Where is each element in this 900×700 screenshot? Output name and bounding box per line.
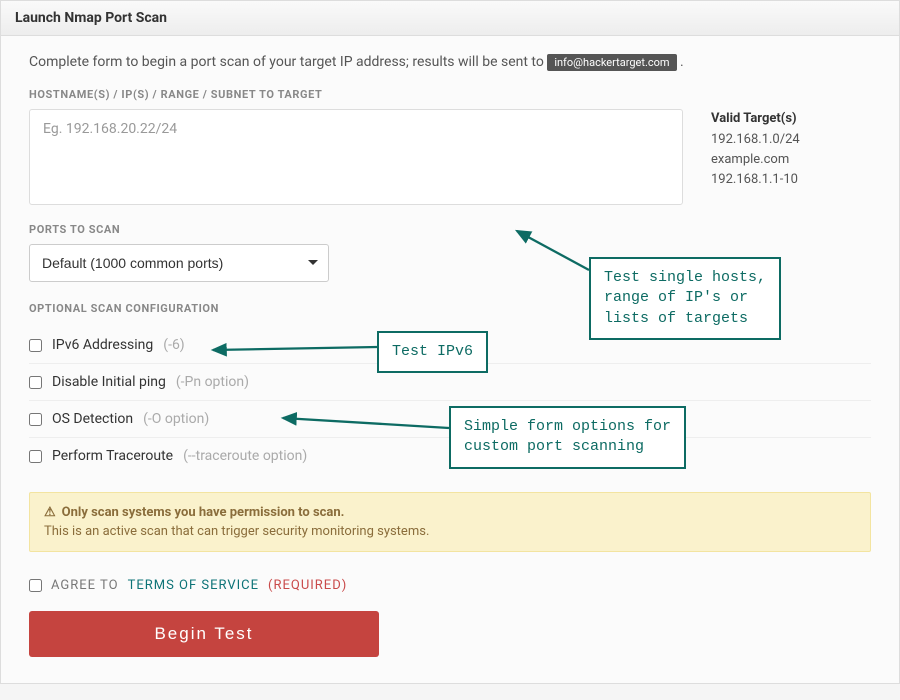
valid-target-example: example.com xyxy=(711,150,871,170)
option-traceroute-text: Perform Traceroute xyxy=(52,448,173,464)
callout-ipv6: Test IPv6 xyxy=(377,331,488,373)
option-traceroute-checkbox[interactable] xyxy=(29,450,42,463)
agree-required: (REQUIRED) xyxy=(268,578,347,593)
ports-select[interactable]: Default (1000 common ports) xyxy=(29,244,329,282)
warning-icon: ⚠ xyxy=(44,505,56,520)
warning-box: ⚠ Only scan systems you have permission … xyxy=(29,492,871,552)
agree-checkbox[interactable] xyxy=(29,579,42,592)
target-input[interactable] xyxy=(29,109,683,205)
panel-body: Complete form to begin a port scan of yo… xyxy=(1,36,899,683)
panel-title: Launch Nmap Port Scan xyxy=(1,1,899,36)
valid-targets-title: Valid Target(s) xyxy=(711,109,871,129)
warning-body: This is an active scan that can trigger … xyxy=(44,524,856,539)
tos-link[interactable]: TERMS OF SERVICE xyxy=(128,578,259,593)
callout-targets: Test single hosts, range of IP's or list… xyxy=(589,257,781,340)
valid-target-example: 192.168.1.0/24 xyxy=(711,130,871,150)
option-traceroute-hint: (--traceroute option) xyxy=(183,448,307,464)
option-ipv6-checkbox[interactable] xyxy=(29,339,42,352)
warning-title-text: Only scan systems you have permission to… xyxy=(62,505,345,520)
option-os-detection-text: OS Detection xyxy=(52,411,133,427)
target-label: HOSTNAME(S) / IP(S) / RANGE / SUBNET TO … xyxy=(29,88,871,101)
valid-target-example: 192.168.1.1-10 xyxy=(711,170,871,190)
option-disable-ping-text: Disable Initial ping xyxy=(52,374,166,390)
option-ipv6-hint: (-6) xyxy=(163,337,184,353)
email-badge: info@hackertarget.com xyxy=(547,54,676,71)
option-disable-ping-hint: (-Pn option) xyxy=(176,374,249,390)
begin-test-button[interactable]: Begin Test xyxy=(29,611,379,657)
valid-targets-box: Valid Target(s) 192.168.1.0/24 example.c… xyxy=(711,109,871,205)
callout-simple: Simple form options for custom port scan… xyxy=(449,406,686,469)
intro-suffix: . xyxy=(680,54,684,70)
port-scan-panel: Launch Nmap Port Scan Complete form to b… xyxy=(0,0,900,684)
option-os-detection-hint: (-O option) xyxy=(143,411,209,427)
intro-prefix: Complete form to begin a port scan of yo… xyxy=(29,54,547,70)
intro-text: Complete form to begin a port scan of yo… xyxy=(29,54,871,70)
agree-row: AGREE TO TERMS OF SERVICE (REQUIRED) xyxy=(29,578,871,593)
option-os-detection-checkbox[interactable] xyxy=(29,413,42,426)
option-disable-ping-checkbox[interactable] xyxy=(29,376,42,389)
option-ipv6-text: IPv6 Addressing xyxy=(52,337,153,353)
agree-prefix: AGREE TO xyxy=(51,578,119,593)
ports-label: PORTS TO SCAN xyxy=(29,223,871,236)
